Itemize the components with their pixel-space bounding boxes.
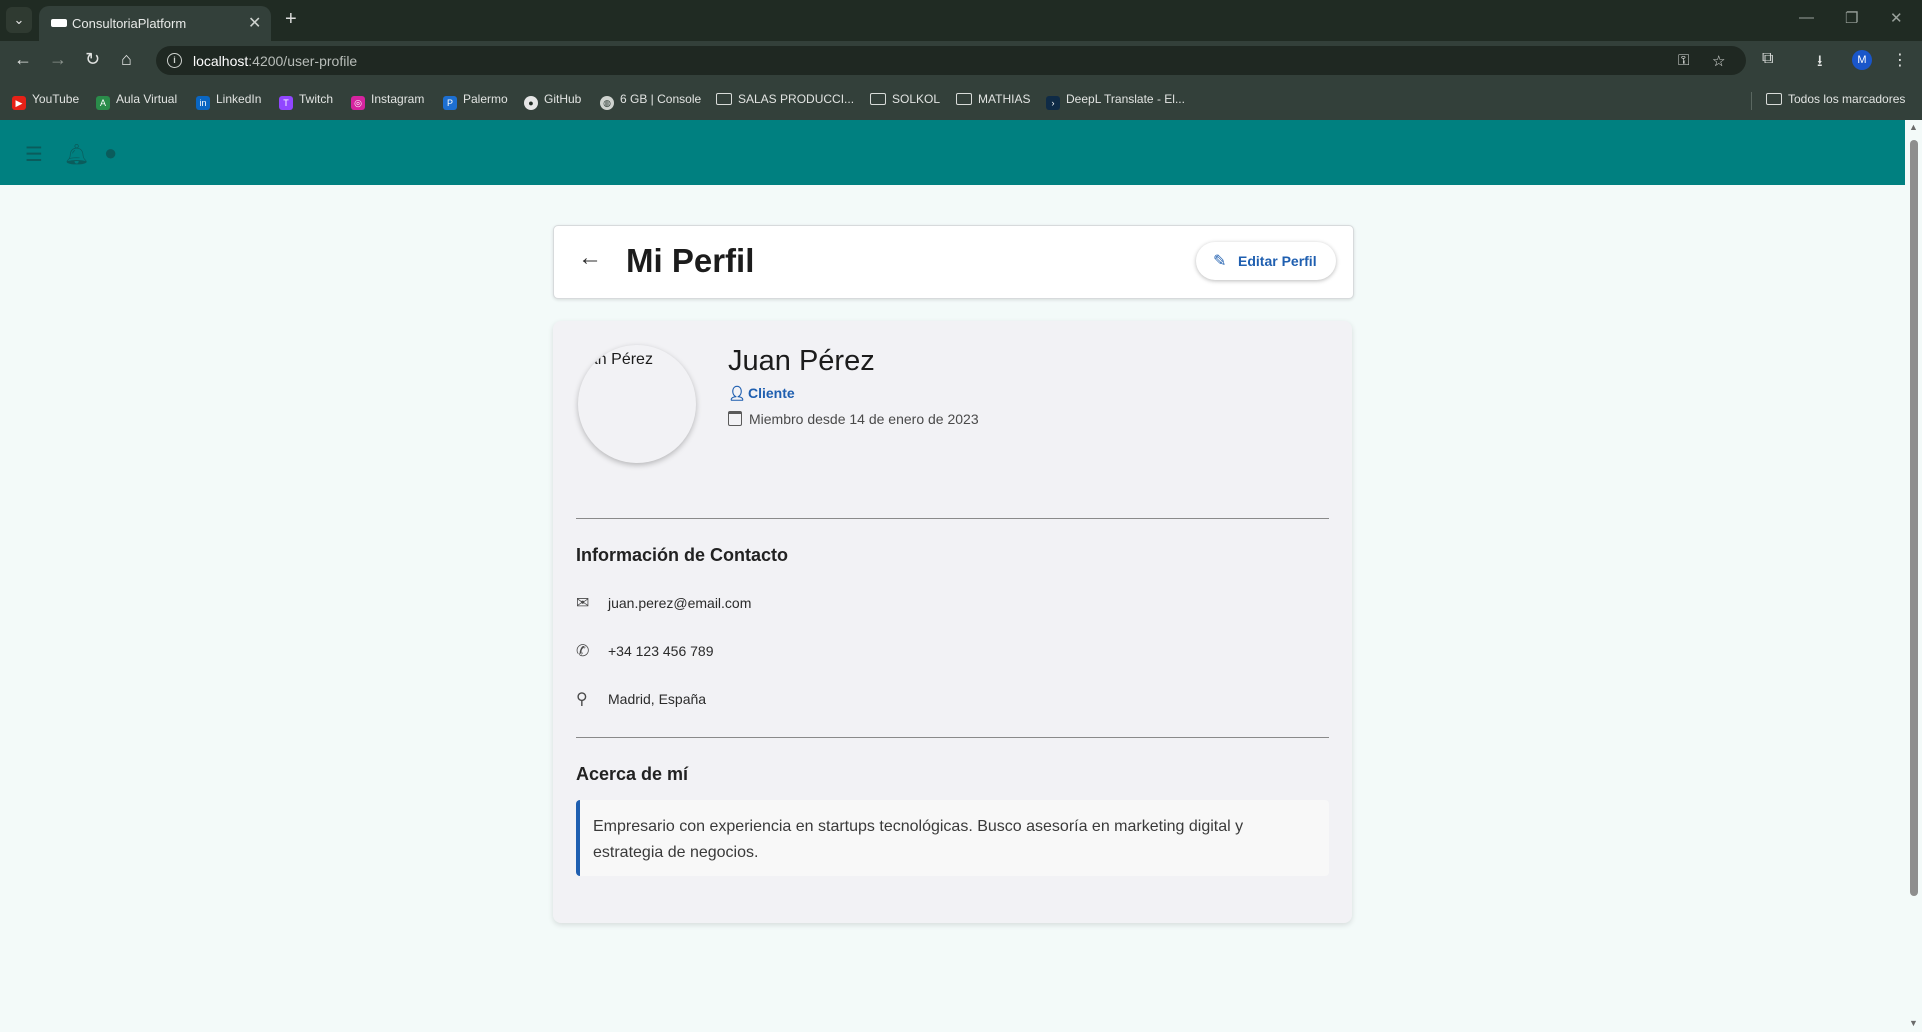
divider: [576, 518, 1329, 519]
folder-icon: [870, 93, 886, 105]
scroll-down-icon[interactable]: ▼: [1909, 1018, 1918, 1028]
tab-title: ConsultoriaPlatform: [72, 16, 187, 31]
browser-menu-icon[interactable]: ⋮: [1892, 50, 1908, 70]
address-bar[interactable]: i localhost:4200/user-profile ⚿ ☆: [156, 46, 1746, 75]
calendar-icon: [728, 411, 742, 426]
twitch-icon: T: [279, 96, 293, 110]
member-since-label: Miembro desde 14 de enero de 2023: [749, 411, 979, 427]
edit-profile-label: Editar Perfil: [1238, 253, 1317, 269]
location-pin-icon: ⚲: [576, 691, 588, 708]
member-since: Miembro desde 14 de enero de 2023: [728, 411, 979, 427]
avatar-alt-text: Juan Pérez: [578, 351, 653, 368]
forward-icon[interactable]: →: [49, 49, 67, 70]
new-tab-icon[interactable]: +: [285, 8, 297, 31]
back-icon[interactable]: ←: [14, 49, 32, 70]
browser-tab[interactable]: ConsultoriaPlatform ✕: [39, 6, 271, 41]
email-icon: ✉: [576, 595, 590, 612]
notifications-bell-icon[interactable]: 🔔︎: [64, 142, 89, 167]
folder-icon: [956, 93, 972, 105]
palermo-icon: P: [443, 96, 457, 110]
reload-icon[interactable]: ↻: [85, 49, 100, 70]
page-scrollbar[interactable]: ▲ ▼: [1905, 120, 1922, 1032]
page-title: Mi Perfil: [626, 242, 755, 279]
folder-icon: [1766, 93, 1782, 105]
home-icon[interactable]: ⌂: [121, 49, 132, 70]
restore-icon[interactable]: ❐: [1845, 9, 1858, 27]
bookmark-star-icon[interactable]: ☆: [1712, 52, 1725, 70]
account-circle-icon[interactable]: ●: [104, 140, 117, 166]
bookmark-solkol[interactable]: SOLKOL: [870, 92, 940, 106]
browser-toolbar: ← → ↻ ⌂ i localhost:4200/user-profile ⚿ …: [0, 41, 1922, 80]
location-value: Madrid, España: [608, 691, 707, 707]
about-section-title: Acerca de mí: [576, 764, 689, 784]
minimize-icon[interactable]: —: [1799, 9, 1814, 26]
tab-search-icon[interactable]: ⌄: [6, 7, 32, 33]
about-box: Empresario con experiencia en startups t…: [576, 800, 1329, 876]
back-arrow-icon[interactable]: ←: [578, 244, 602, 272]
phone-value: +34 123 456 789: [608, 643, 714, 659]
bookmark-instagram[interactable]: ◎ Instagram: [351, 92, 424, 110]
user-role: 👤︎ Cliente: [728, 385, 795, 402]
phone-icon: ✆: [576, 643, 590, 660]
divider: [576, 737, 1329, 738]
role-label: Cliente: [748, 385, 795, 401]
person-icon: 👤︎: [728, 385, 746, 401]
bookmarks-separator: [1751, 92, 1752, 110]
bookmark-deepl[interactable]: › DeepL Translate - El...: [1046, 92, 1185, 110]
email-value: juan.perez@email.com: [608, 595, 752, 611]
bookmarks-bar: ▶ YouTube A Aula Virtual in LinkedIn T Twitc…: [0, 80, 1922, 120]
profile-card: Juan Pérez Juan Pérez 👤︎ Cliente Miembro …: [553, 321, 1352, 923]
bookmark-linkedin[interactable]: in LinkedIn: [196, 92, 261, 110]
scroll-up-icon[interactable]: ▲: [1909, 122, 1918, 132]
profile-avatar: Juan Pérez: [578, 345, 696, 463]
aula-icon: A: [96, 96, 110, 110]
contact-section-title: Información de Contacto: [576, 545, 789, 565]
scroll-thumb[interactable]: [1910, 140, 1918, 896]
globe-icon: ◍: [600, 96, 614, 110]
linkedin-icon: in: [196, 96, 210, 110]
extensions-icon[interactable]: ⧉: [1762, 50, 1773, 68]
user-name: Juan Pérez: [728, 345, 875, 377]
browser-tabstrip: ⌄ ConsultoriaPlatform ✕ + — ❐ ✕: [0, 0, 1922, 41]
edit-profile-button[interactable]: ✎ Editar Perfil: [1196, 242, 1336, 280]
bookmark-youtube[interactable]: ▶ YouTube: [12, 92, 79, 110]
downloads-icon[interactable]: ⭳: [1817, 50, 1823, 77]
about-text: Empresario con experiencia en startups t…: [593, 818, 1244, 861]
bookmark-salas[interactable]: SALAS PRODUCCI...: [716, 92, 854, 106]
contact-email: ✉ juan.perez@email.com: [576, 593, 751, 613]
all-bookmarks[interactable]: Todos los marcadores: [1766, 92, 1905, 106]
url-text[interactable]: localhost:4200/user-profile: [193, 53, 357, 69]
contact-phone: ✆ +34 123 456 789: [576, 641, 714, 661]
bookmark-twitch[interactable]: T Twitch: [279, 92, 333, 110]
bookmark-palermo[interactable]: P Palermo: [443, 92, 508, 110]
bookmark-console[interactable]: ◍ 6 GB | Console: [600, 92, 701, 110]
tab-close-icon[interactable]: ✕: [248, 13, 261, 33]
bookmark-mathias[interactable]: MATHIAS: [956, 92, 1030, 106]
folder-icon: [716, 93, 732, 105]
edit-pencil-icon: ✎: [1213, 253, 1227, 270]
contact-location: ⚲ Madrid, España: [576, 689, 706, 709]
site-info-icon[interactable]: i: [167, 53, 182, 68]
tab-favicon-icon: [51, 19, 67, 27]
profile-header-card: ← Mi Perfil ✎ Editar Perfil: [553, 225, 1354, 299]
menu-icon[interactable]: ☰: [25, 142, 43, 167]
close-window-icon[interactable]: ✕: [1890, 9, 1903, 27]
app-header: ☰ 🔔︎ ●: [0, 120, 1905, 185]
deepl-icon: ›: [1046, 96, 1060, 110]
browser-profile-avatar[interactable]: M: [1852, 50, 1872, 70]
password-key-icon[interactable]: ⚿: [1678, 52, 1689, 69]
bookmark-aula-virtual[interactable]: A Aula Virtual: [96, 92, 177, 110]
github-icon: ●: [524, 96, 538, 110]
instagram-icon: ◎: [351, 96, 365, 110]
bookmark-github[interactable]: ● GitHub: [524, 92, 581, 110]
youtube-icon: ▶: [12, 96, 26, 110]
